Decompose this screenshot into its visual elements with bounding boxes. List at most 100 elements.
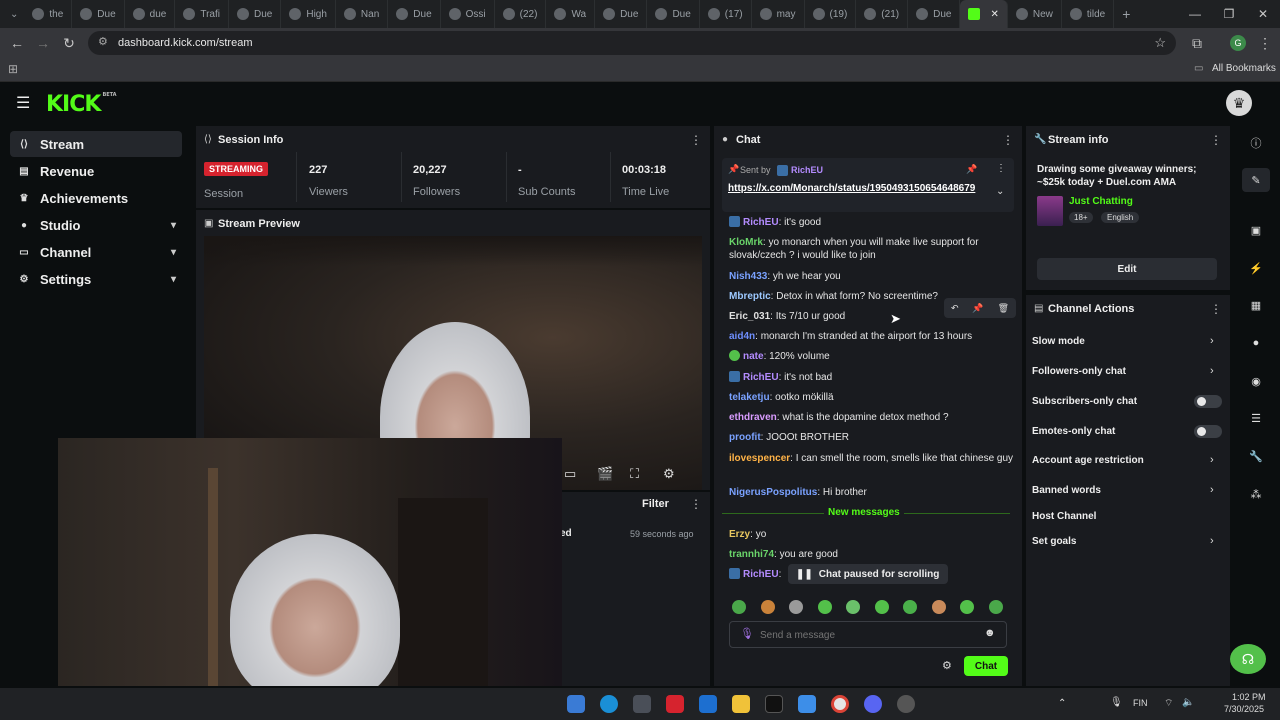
chat-message[interactable]: RichEU: it's good [729,216,1015,229]
chat-username[interactable]: KloMrk [729,237,763,248]
browser-menu-icon[interactable]: ⋮ [1252,30,1278,56]
community-icon[interactable]: ⁂ [1242,482,1270,506]
sidebar-item-revenue[interactable]: ▤ Revenue [10,158,182,184]
browser-tab[interactable]: ✕ [960,0,1008,28]
extensions-icon[interactable]: ⧉ [1184,30,1210,56]
channel-action-subscribers-only-chat[interactable]: Subscribers-only chat [1032,396,1137,407]
back-button[interactable]: ← [4,30,30,56]
send-chat-button[interactable]: Chat [964,656,1008,676]
category-link[interactable]: Just Chatting [1069,196,1133,207]
channel-action-set-goals[interactable]: Set goals [1032,536,1076,547]
emote-icon[interactable] [817,600,832,614]
app-icon[interactable] [897,695,915,713]
close-window-button[interactable]: ✕ [1246,0,1280,28]
user-avatar[interactable]: ♛ [1226,90,1252,116]
activity-menu-icon[interactable]: ⋮ [690,497,702,511]
chat-message[interactable]: NigerusPospolitus: Hi brother [729,486,1015,499]
browser-tab[interactable]: Wa [546,0,596,28]
help-support-icon[interactable]: ☊ [1230,644,1266,674]
chat-username[interactable]: Erzy [729,529,750,540]
browser-tab[interactable]: tilde [1062,0,1115,28]
emote-icon[interactable] [988,600,1003,614]
x-app-icon[interactable] [765,695,783,713]
apps-grid-icon[interactable]: ⊞ [8,62,18,76]
info-icon[interactable]: ⓘ [1242,131,1270,155]
edge-icon[interactable] [600,695,618,713]
chevron-right-icon[interactable]: › [1210,484,1214,496]
chat-message[interactable]: Nish433: yh we hear you [729,270,1015,283]
channel-action-host-channel[interactable]: Host Channel [1032,511,1096,522]
chat-username[interactable]: RichEU [743,569,779,580]
browser-tab[interactable]: the [24,0,73,28]
outlook-icon[interactable] [699,695,717,713]
microphone-icon[interactable]: 🎙 [740,627,754,640]
browser-tab[interactable]: (22) [495,0,547,28]
sidebar-item-settings[interactable]: ⚙ Settings ▾ [10,266,182,292]
chat-username[interactable]: ilovespencer [729,453,790,464]
chat-message[interactable]: RichEU: it's not bad [729,371,1015,384]
chat-icon[interactable]: ● [1242,331,1270,355]
all-bookmarks-link[interactable]: All Bookmarks [1212,63,1276,74]
browser-tab[interactable]: New [1008,0,1062,28]
emote-icon[interactable] [931,600,946,614]
emote-icon[interactable] [874,600,889,614]
moderation-icon[interactable]: ▣ [1242,218,1270,242]
chat-message[interactable]: proofit: JOOOt BROTHER [729,431,1015,444]
sidebar-item-stream[interactable]: ⟨⟩ Stream [10,131,182,157]
pin-message-icon[interactable]: 📌 [972,303,983,314]
forward-button[interactable]: → [30,30,56,56]
chat-username[interactable]: RichEU [743,217,779,228]
chat-message[interactable]: Erzy: yo [729,528,1015,541]
chevron-right-icon[interactable]: › [1210,365,1214,377]
chat-username[interactable]: telaketju [729,392,770,403]
browser-tab[interactable]: (17) [700,0,752,28]
language-indicator[interactable]: FIN [1133,698,1148,708]
channel-action-followers-only-chat[interactable]: Followers-only chat [1032,366,1126,377]
edit-icon[interactable]: ✎ [1242,168,1270,192]
emote-icon[interactable] [960,600,974,614]
chat-username[interactable]: nate [743,351,764,362]
channel-action-emotes-only-chat[interactable]: Emotes-only chat [1032,426,1115,437]
browser-tab[interactable]: (21) [856,0,909,28]
channel-action-banned-words[interactable]: Banned words [1032,485,1101,496]
chat-paused-pill[interactable]: ❚❚ Chat paused for scrolling [788,564,948,584]
channel-action-slow-mode[interactable]: Slow mode [1032,336,1085,347]
tools-icon[interactable]: 🔧 [1242,444,1270,468]
reply-icon[interactable]: ↶ [951,303,959,314]
kick-logo[interactable]: KICK BETA [46,92,117,117]
volume-icon[interactable]: 🔈 [1182,697,1194,708]
chevron-down-icon[interactable]: ⌄ [996,186,1004,197]
channel-actions-menu-icon[interactable]: ⋮ [1210,302,1222,316]
emote-icon[interactable] [903,600,917,614]
bookmark-star-icon[interactable]: ☆ [1154,35,1166,51]
notes-icon[interactable]: ▦ [1242,293,1270,317]
file-explorer-icon[interactable] [732,695,750,713]
emote-icon[interactable] [732,600,746,614]
chat-username[interactable]: aid4n [729,331,755,342]
browser-tab[interactable]: (19) [805,0,857,28]
sidebar-item-achievements[interactable]: ♛ Achievements [10,185,182,211]
fullscreen-icon[interactable]: ⛶ [630,466,639,482]
close-tab-icon[interactable]: ✕ [990,9,998,20]
url-field[interactable]: ⚙ dashboard.kick.com/stream ☆ [88,31,1176,55]
chat-username[interactable]: NigerusPospolitus [729,487,817,498]
chat-username[interactable]: Nish433 [729,271,767,282]
sidebar-item-studio[interactable]: ● Studio ▾ [10,212,182,238]
emote-icon[interactable] [846,600,860,614]
wifi-icon[interactable]: ⌔ [1164,697,1173,710]
chat-username[interactable]: ethdraven [729,412,777,423]
store-icon[interactable] [633,695,651,713]
browser-tab[interactable]: Nan [336,0,389,28]
channel-action-account-age-restriction[interactable]: Account age restriction [1032,455,1144,466]
browser-tab[interactable]: Due [647,0,700,28]
hamburger-menu-icon[interactable]: ☰ [16,93,30,113]
chat-message[interactable]: telaketju: ootko mökillä [729,391,1015,404]
sidebar-item-channel[interactable]: ▭ Channel ▾ [10,239,182,265]
minimize-button[interactable]: — [1178,0,1212,28]
chrome-icon[interactable] [831,695,849,713]
chat-message[interactable]: aid4n: monarch I'm stranded at the airpo… [729,330,1015,343]
session-menu-icon[interactable]: ⋮ [690,133,702,147]
browser-tab[interactable]: Ossi [441,0,495,28]
stream-info-menu-icon[interactable]: ⋮ [1210,133,1222,147]
chat-settings-icon[interactable]: ⚙ [942,659,952,672]
